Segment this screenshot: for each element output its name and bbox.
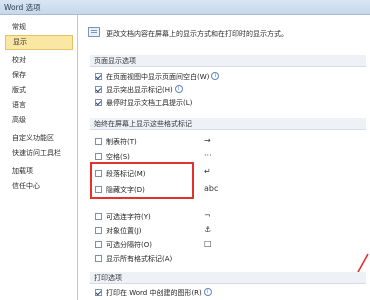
option-show-all-marks[interactable]: 显示所有格式标记(A) (95, 253, 172, 265)
option-optional-breaks[interactable]: 可选分隔符(O) (95, 239, 152, 251)
section-page-display: 页面显示选项 (90, 55, 366, 67)
sidebar-item-layout[interactable]: 版式 (5, 83, 73, 98)
sidebar-item-save[interactable]: 保存 (5, 68, 73, 83)
checkbox-optional-breaks[interactable] (95, 240, 102, 248)
section-format-marks: 始终在屏幕上显示这些格式标记 (90, 118, 366, 130)
sidebar-item-customize-ribbon[interactable]: 自定义功能区 (5, 131, 73, 146)
display-options-panel: 更改文档内容在屏幕上的显示方式和在打印时的显示方式。 页面显示选项 在页面视图中… (78, 15, 370, 300)
option-tab-characters[interactable]: 制表符(T) (95, 136, 137, 148)
info-icon[interactable]: i (174, 85, 183, 93)
checkbox-spaces[interactable] (95, 152, 102, 160)
optional-break-mark-icon: □ (204, 239, 212, 248)
checkbox-tab-characters[interactable] (95, 137, 102, 145)
option-print-drawings[interactable]: 打印在 Word 中创建的图形(R) i (95, 287, 212, 299)
option-show-tooltips[interactable]: 悬停时显示文档工具提示(L) (95, 97, 192, 109)
option-object-anchors[interactable]: 对象位置(J) (95, 225, 142, 237)
display-settings-icon (88, 27, 100, 37)
option-show-highlighter[interactable]: 显示突出显示标记(H) i (95, 84, 183, 96)
checkbox-print-drawings[interactable] (95, 288, 102, 296)
window-title: Word 选项 (4, 3, 41, 12)
sidebar-item-add-ins[interactable]: 加载项 (5, 164, 73, 179)
option-optional-hyphens[interactable]: 可选连字符(Y) (95, 211, 151, 223)
title-bar: Word 选项 (0, 0, 370, 15)
panel-description: 更改文档内容在屏幕上的显示方式和在打印时的显示方式。 (106, 30, 288, 38)
sidebar-item-trust-center[interactable]: 信任中心 (5, 179, 73, 194)
checkbox-show-whitespace[interactable] (95, 72, 102, 80)
sidebar-item-advanced[interactable]: 高级 (5, 113, 73, 128)
sidebar-item-language[interactable]: 语言 (5, 98, 73, 113)
tab-mark-icon: → (204, 136, 211, 145)
info-icon[interactable]: i (211, 72, 220, 80)
sidebar-item-proofing[interactable]: 校对 (5, 53, 73, 68)
checkbox-show-highlighter[interactable] (95, 85, 102, 93)
options-sidebar: 常规 显示 校对 保存 版式 语言 高级 自定义功能区 快速访问工具栏 加载项 … (0, 15, 78, 300)
option-show-whitespace[interactable]: 在页面视图中显示页面间空白(W) i (95, 71, 220, 83)
checkbox-object-anchors[interactable] (95, 226, 102, 234)
info-icon[interactable]: i (203, 288, 212, 296)
annotation-highlight-box (90, 162, 194, 199)
hidden-text-mark-icon: abc (204, 184, 219, 193)
checkbox-optional-hyphens[interactable] (95, 212, 102, 220)
sidebar-item-display[interactable]: 显示 (5, 35, 73, 50)
anchor-icon: ⚓ (204, 225, 212, 234)
space-mark-icon: ··· (204, 151, 212, 160)
sidebar-item-general[interactable]: 常规 (5, 20, 73, 35)
sidebar-item-quick-access-toolbar[interactable]: 快速访问工具栏 (5, 146, 73, 161)
paragraph-mark-icon: ↵ (204, 167, 211, 176)
hyphen-mark-icon: ¬ (204, 211, 211, 220)
section-print: 打印选项 (90, 272, 366, 284)
checkbox-show-all-marks[interactable] (95, 254, 102, 262)
checkbox-show-tooltips[interactable] (95, 98, 102, 106)
